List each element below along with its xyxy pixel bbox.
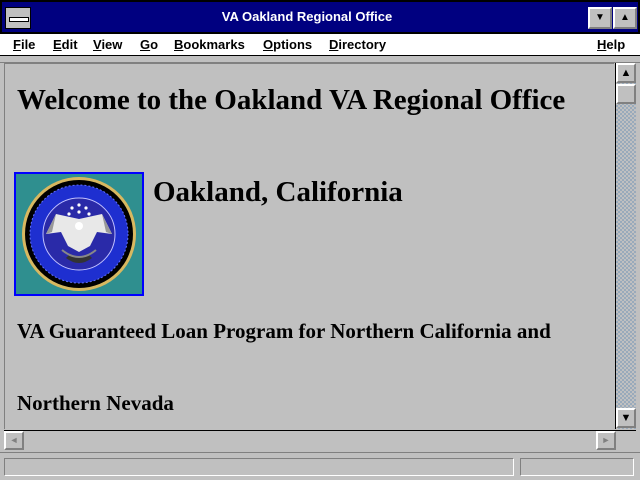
loan-program-text: VA Guaranteed Loan Program for Northern …: [17, 319, 551, 343]
horizontal-scrollbar[interactable]: ◄ ►: [4, 430, 636, 450]
window-title: VA Oakland Regional Office: [221, 9, 393, 24]
page-content[interactable]: Welcome to the Oakland VA Regional Offic…: [4, 63, 614, 429]
browser-window: VA Oakland Regional Office ▼ ▲ File Edit…: [0, 0, 640, 480]
va-seal-icon: [22, 177, 136, 291]
va-seal-image: [14, 172, 144, 296]
menu-edit[interactable]: Edit: [53, 37, 78, 52]
title-bar[interactable]: VA Oakland Regional Office ▼ ▲: [0, 0, 640, 34]
status-text-panel: [4, 458, 514, 476]
vertical-scroll-thumb[interactable]: [616, 84, 636, 104]
menu-directory[interactable]: Directory: [329, 37, 386, 52]
menu-help[interactable]: Help: [597, 37, 625, 52]
scroll-right-button[interactable]: ►: [596, 431, 616, 450]
menu-file[interactable]: File: [13, 37, 35, 52]
scroll-up-button[interactable]: ▲: [616, 63, 636, 83]
menu-bar: File Edit View Go Bookmarks Options Dire…: [0, 34, 640, 56]
city-heading: Oakland, California: [153, 176, 403, 208]
scroll-left-button[interactable]: ◄: [4, 431, 24, 450]
status-bar: [0, 452, 640, 480]
toolbar-separator: [0, 56, 640, 63]
menu-bookmarks[interactable]: Bookmarks: [174, 37, 245, 52]
scroll-down-button[interactable]: ▼: [616, 408, 636, 428]
menu-options[interactable]: Options: [263, 37, 312, 52]
system-menu-button[interactable]: [5, 7, 31, 29]
region-text: Northern Nevada: [17, 391, 174, 415]
progress-panel: [520, 458, 634, 476]
menu-view[interactable]: View: [93, 37, 122, 52]
minimize-button[interactable]: ▼: [588, 7, 612, 29]
maximize-button[interactable]: ▲: [613, 7, 637, 29]
page-heading: Welcome to the Oakland VA Regional Offic…: [17, 84, 566, 116]
vertical-scrollbar[interactable]: ▲ ▼: [615, 63, 636, 429]
menu-go[interactable]: Go: [140, 37, 158, 52]
